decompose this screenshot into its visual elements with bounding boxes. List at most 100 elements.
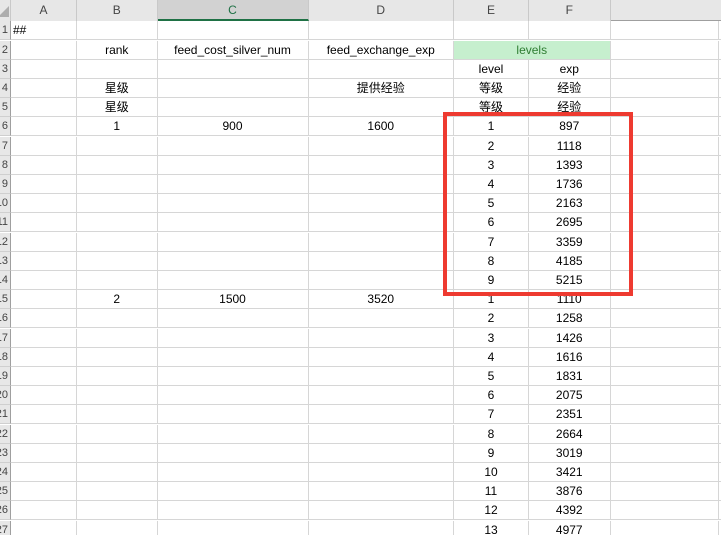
- cell[interactable]: [158, 348, 309, 367]
- cell[interactable]: [11, 309, 77, 328]
- cell[interactable]: [158, 501, 309, 520]
- row-header-15[interactable]: 15: [0, 290, 11, 309]
- row-header-7[interactable]: 7: [0, 137, 11, 156]
- row-header-2[interactable]: 2: [0, 41, 11, 60]
- cell-F10[interactable]: 2163: [529, 194, 611, 213]
- cell-F23[interactable]: 3019: [529, 444, 611, 463]
- cell[interactable]: [611, 175, 720, 194]
- cell[interactable]: [309, 501, 455, 520]
- cell-E6[interactable]: 1: [454, 117, 529, 136]
- cell-E16[interactable]: 2: [454, 309, 529, 328]
- cell[interactable]: [11, 271, 77, 290]
- cell[interactable]: [611, 367, 720, 386]
- cell[interactable]: [77, 213, 158, 232]
- cell-E18[interactable]: 4: [454, 348, 529, 367]
- cell-F13[interactable]: 4185: [529, 252, 611, 271]
- cell[interactable]: [611, 271, 720, 290]
- cell[interactable]: [11, 252, 77, 271]
- cell[interactable]: [11, 137, 77, 156]
- cell[interactable]: [309, 367, 455, 386]
- cell[interactable]: [11, 463, 77, 482]
- cell[interactable]: [77, 405, 158, 424]
- cell-F22[interactable]: 2664: [529, 425, 611, 444]
- cell[interactable]: [529, 21, 611, 40]
- cell[interactable]: [158, 463, 309, 482]
- row-header-16[interactable]: 16: [0, 309, 11, 328]
- cell-E9[interactable]: 4: [454, 175, 529, 194]
- cell[interactable]: [611, 425, 720, 444]
- cell[interactable]: [309, 348, 455, 367]
- cell[interactable]: [11, 213, 77, 232]
- cell-E10[interactable]: 5: [454, 194, 529, 213]
- cell[interactable]: [77, 386, 158, 405]
- cell[interactable]: [611, 463, 720, 482]
- cell-B15[interactable]: 2: [77, 290, 158, 309]
- cell[interactable]: [309, 233, 455, 252]
- cell-C15[interactable]: 1500: [158, 290, 309, 309]
- cell-E23[interactable]: 9: [454, 444, 529, 463]
- cell[interactable]: [77, 271, 158, 290]
- cell[interactable]: [611, 213, 720, 232]
- cell-E7[interactable]: 2: [454, 137, 529, 156]
- cell-F19[interactable]: 1831: [529, 367, 611, 386]
- cell-E11[interactable]: 6: [454, 213, 529, 232]
- cell[interactable]: [77, 309, 158, 328]
- cell[interactable]: [454, 21, 529, 40]
- cell-F12[interactable]: 3359: [529, 233, 611, 252]
- cell-E22[interactable]: 8: [454, 425, 529, 444]
- cell[interactable]: [611, 117, 720, 136]
- cell[interactable]: [77, 425, 158, 444]
- column-header-C[interactable]: C: [158, 0, 309, 21]
- cell-F11[interactable]: 2695: [529, 213, 611, 232]
- row-header-19[interactable]: 19: [0, 367, 11, 386]
- cell-E5[interactable]: 等级: [454, 98, 529, 117]
- cell-D6[interactable]: 1600: [309, 117, 455, 136]
- cell[interactable]: [158, 444, 309, 463]
- row-header-24[interactable]: 24: [0, 463, 11, 482]
- row-header-11[interactable]: 11: [0, 213, 11, 232]
- cell[interactable]: [158, 98, 309, 117]
- cell[interactable]: [309, 405, 455, 424]
- cell[interactable]: [11, 117, 77, 136]
- cell[interactable]: [11, 425, 77, 444]
- cell-F8[interactable]: 1393: [529, 156, 611, 175]
- cell-F25[interactable]: 3876: [529, 482, 611, 501]
- row-header-3[interactable]: 3: [0, 60, 11, 79]
- cell[interactable]: [77, 21, 158, 40]
- cell[interactable]: [77, 60, 158, 79]
- row-header-4[interactable]: 4: [0, 79, 11, 98]
- cell[interactable]: [611, 194, 720, 213]
- cell[interactable]: [11, 41, 77, 60]
- cell-E20[interactable]: 6: [454, 386, 529, 405]
- row-header-21[interactable]: 21: [0, 405, 11, 424]
- cell[interactable]: [309, 463, 455, 482]
- cell[interactable]: [611, 482, 720, 501]
- cell-E8[interactable]: 3: [454, 156, 529, 175]
- cell[interactable]: [77, 156, 158, 175]
- cell[interactable]: [158, 425, 309, 444]
- cell-E21[interactable]: 7: [454, 405, 529, 424]
- cell-F7[interactable]: 1118: [529, 137, 611, 156]
- cell-F24[interactable]: 3421: [529, 463, 611, 482]
- cell[interactable]: [611, 41, 720, 60]
- cell[interactable]: [77, 252, 158, 271]
- cell[interactable]: [611, 521, 720, 535]
- cell-E14[interactable]: 9: [454, 271, 529, 290]
- cell[interactable]: [158, 156, 309, 175]
- cell[interactable]: [309, 60, 455, 79]
- cell-D4[interactable]: 提供经验: [309, 79, 455, 98]
- column-header-D[interactable]: D: [309, 0, 455, 21]
- cell[interactable]: [11, 194, 77, 213]
- cell[interactable]: [611, 405, 720, 424]
- cell[interactable]: [309, 175, 455, 194]
- cell[interactable]: [158, 137, 309, 156]
- cell-E4[interactable]: 等级: [454, 79, 529, 98]
- cell-D2[interactable]: feed_exchange_exp: [309, 41, 455, 60]
- cell[interactable]: [11, 482, 77, 501]
- cell[interactable]: [158, 405, 309, 424]
- cell[interactable]: [11, 98, 77, 117]
- cell[interactable]: [77, 444, 158, 463]
- cell[interactable]: [11, 405, 77, 424]
- cell[interactable]: [77, 137, 158, 156]
- cell[interactable]: [77, 482, 158, 501]
